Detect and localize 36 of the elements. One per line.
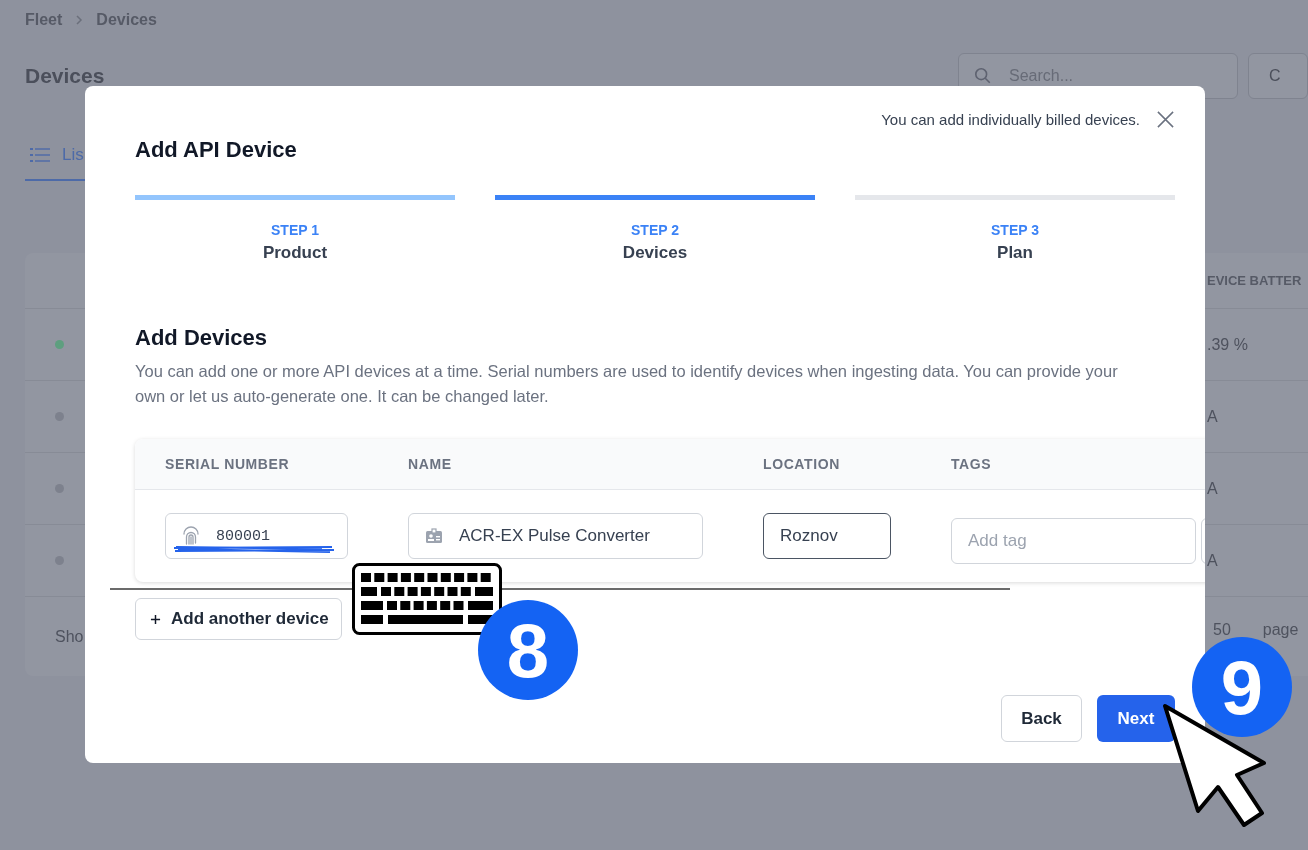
name-field[interactable]: ACR-EX Pulse Converter [408, 513, 703, 559]
step-label[interactable]: Product [262, 243, 328, 263]
back-button[interactable]: Back [1001, 695, 1082, 742]
table-cell-text: A [1207, 407, 1219, 426]
list-icon [30, 147, 50, 163]
column-header: NAME [408, 456, 453, 472]
table-cell-text: A [1207, 551, 1219, 570]
column-header: LOCATION [763, 456, 841, 472]
column-header: TAGS [951, 456, 993, 472]
per-page-text: page [1262, 621, 1299, 639]
tags-field[interactable]: Add tag [951, 518, 1196, 564]
id-card-icon [424, 526, 444, 546]
table-cell-text: .39 % [1207, 335, 1249, 354]
per-page-text: 50 [1213, 621, 1231, 639]
step-number: STEP 3 [991, 222, 1039, 238]
column-header: EVICE BATTER [1207, 273, 1302, 288]
modal-title: Add API Device [135, 137, 297, 163]
section-description: You can add one or more API devices at a time. Serial numbers are used to identify devices when ingesting data. You can provide your own or let us auto-generate one. It can be changed later. [135, 361, 1119, 407]
step-label[interactable]: Plan [997, 243, 1033, 263]
fingerprint-icon [181, 526, 201, 546]
info-text: You can add individually billed devices. [881, 111, 1140, 128]
step-label[interactable]: Devices [622, 243, 688, 263]
chevron-icon [74, 15, 85, 25]
table-cell-text: A [1207, 479, 1219, 498]
pagination-text: Sho [54, 627, 85, 646]
step-number: STEP 2 [631, 222, 679, 238]
section-title: Add Devices [135, 325, 269, 351]
keyboard-icon [352, 563, 502, 635]
column-header: SERIAL NUMBER [165, 456, 291, 472]
step-number: STEP 1 [271, 222, 319, 238]
page-title: Devices [25, 64, 105, 88]
close-icon[interactable] [1156, 110, 1175, 129]
location-field[interactable]: Roznov [763, 513, 891, 559]
add-device-button[interactable]: Add another device [135, 598, 342, 640]
search-icon [974, 67, 992, 85]
plus-icon [150, 613, 161, 625]
